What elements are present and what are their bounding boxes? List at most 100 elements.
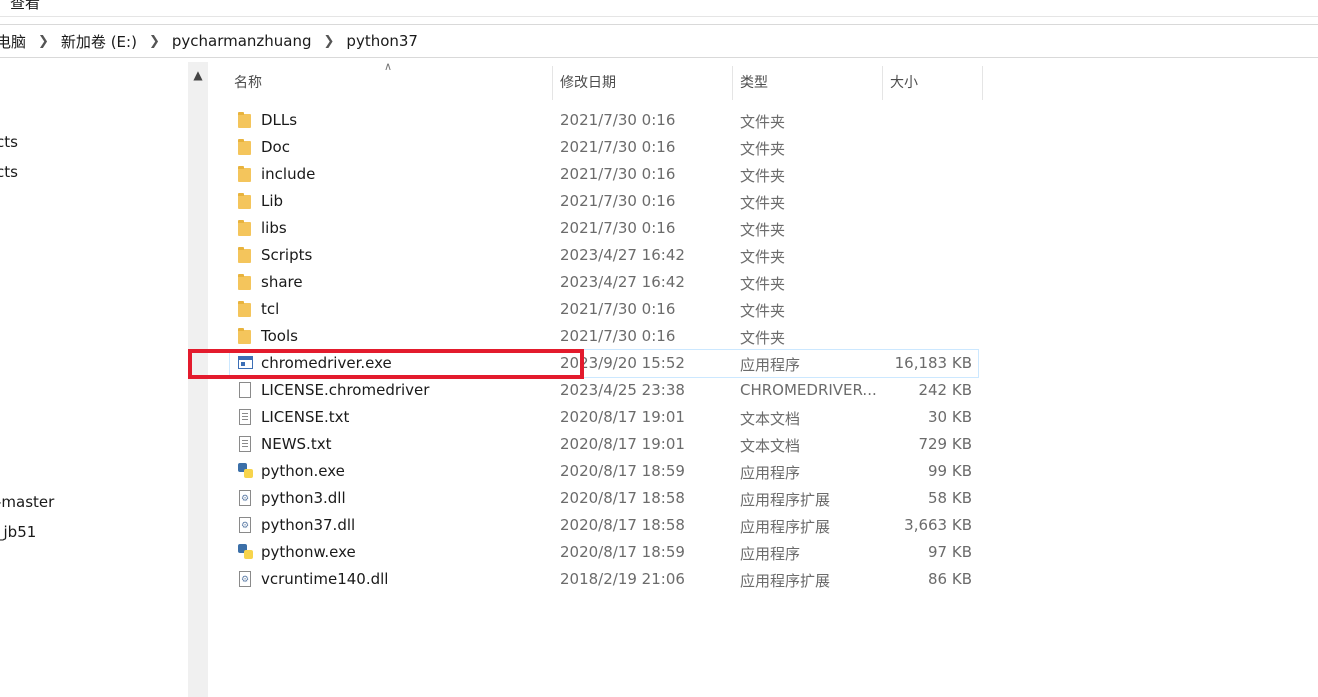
- file-date: 2023/4/25 23:38: [560, 381, 685, 399]
- scroll-up-arrow-icon[interactable]: ▲: [190, 68, 206, 82]
- file-date: 2020/8/17 19:01: [560, 408, 685, 426]
- file-type: 文件夹: [740, 113, 786, 131]
- file-name: python37.dll: [261, 516, 356, 534]
- file-row[interactable]: LICENSE.txt 2020/8/17 19:01 文本文档 30 KB: [230, 404, 978, 431]
- file-type: 文本文档: [740, 437, 801, 455]
- file-row[interactable]: pythonw.exe 2020/8/17 18:59 应用程序 97 KB: [230, 539, 978, 566]
- breadcrumb-label: 新加卷 (E:): [60, 32, 137, 51]
- text-file-icon: [238, 409, 254, 426]
- chevron-right-icon[interactable]: ❯: [38, 34, 49, 49]
- nav-item[interactable]: cts: [0, 163, 18, 181]
- file-name: Scripts: [261, 246, 313, 264]
- folder-icon: [238, 166, 254, 183]
- file-name: libs: [261, 219, 287, 237]
- file-date: 2023/4/27 16:42: [560, 273, 685, 291]
- file-row[interactable]: python37.dll 2020/8/17 18:58 应用程序扩展 3,663 K…: [230, 512, 978, 539]
- column-header-name[interactable]: 名称: [226, 62, 552, 100]
- file-row[interactable]: python.exe 2020/8/17 18:59 应用程序 99 KB: [230, 458, 978, 485]
- folder-icon: [238, 274, 254, 291]
- nav-item[interactable]: cts: [0, 133, 18, 151]
- column-header-size[interactable]: 大小: [882, 62, 982, 100]
- file-row[interactable]: python3.dll 2020/8/17 18:58 应用程序扩展 58 KB: [230, 485, 978, 512]
- file-date: 2020/8/17 18:58: [560, 516, 685, 534]
- file-row[interactable]: tcl 2021/7/30 0:16 文件夹: [230, 296, 978, 323]
- nav-item[interactable]: _jb51: [0, 523, 36, 541]
- file-type: 应用程序: [740, 545, 801, 563]
- file-name: Doc: [261, 138, 290, 156]
- column-divider[interactable]: [982, 66, 983, 100]
- chevron-right-icon[interactable]: ❯: [324, 34, 335, 49]
- nav-item[interactable]: -master: [0, 493, 54, 511]
- address-bar[interactable]: 电脑 ❯ 新加卷 (E:) ❯ pycharmanzhuang ❯ python…: [0, 24, 1318, 58]
- file-name: chromedriver.exe: [261, 354, 392, 372]
- dll-icon: [238, 571, 254, 588]
- file-date: 2021/7/30 0:16: [560, 138, 676, 156]
- file-row[interactable]: include 2021/7/30 0:16 文件夹: [230, 161, 978, 188]
- file-row[interactable]: DLLs 2021/7/30 0:16 文件夹: [230, 107, 978, 134]
- breadcrumb-this-pc[interactable]: 电脑 ❯: [0, 31, 61, 52]
- file-row[interactable]: share 2023/4/27 16:42 文件夹: [230, 269, 978, 296]
- file-date: 2021/7/30 0:16: [560, 327, 676, 345]
- file-row[interactable]: Doc 2021/7/30 0:16 文件夹: [230, 134, 978, 161]
- file-row[interactable]: Tools 2021/7/30 0:16 文件夹: [230, 323, 978, 350]
- file-date: 2021/7/30 0:16: [560, 300, 676, 318]
- file-type: 文件夹: [740, 275, 786, 293]
- column-header-type[interactable]: 类型: [732, 62, 882, 100]
- file-date: 2021/7/30 0:16: [560, 192, 676, 210]
- file-name: python3.dll: [261, 489, 346, 507]
- file-type: 应用程序扩展: [740, 518, 831, 536]
- file-name: pythonw.exe: [261, 543, 356, 561]
- dll-icon: [238, 517, 254, 534]
- file-name: vcruntime140.dll: [261, 570, 389, 588]
- file-name: DLLs: [261, 111, 298, 129]
- file-name: share: [261, 273, 303, 291]
- ribbon-tab-view[interactable]: 查看: [10, 0, 40, 13]
- folder-icon: [238, 220, 254, 237]
- file-name: LICENSE.txt: [261, 408, 350, 426]
- file-row[interactable]: LICENSE.chromedriver 2023/4/25 23:38 CHROM…: [230, 377, 978, 404]
- file-name: include: [261, 165, 316, 183]
- folder-icon: [238, 301, 254, 318]
- file-row[interactable]: libs 2021/7/30 0:16 文件夹: [230, 215, 978, 242]
- python-icon: [238, 544, 254, 561]
- breadcrumb-label: pycharmanzhuang: [171, 32, 312, 50]
- file-date: 2018/2/19 21:06: [560, 570, 685, 588]
- file-name: NEWS.txt: [261, 435, 332, 453]
- file-type: 文件夹: [740, 248, 786, 266]
- folder-icon: [238, 328, 254, 345]
- exe-icon: [238, 355, 254, 372]
- file-size: 242 KB: [918, 381, 972, 399]
- dll-icon: [238, 490, 254, 507]
- python-icon: [238, 463, 254, 480]
- breadcrumb-pycharmanzhuang[interactable]: pycharmanzhuang ❯: [172, 32, 347, 50]
- file-size: 86 KB: [928, 570, 972, 588]
- file-type: 应用程序扩展: [740, 572, 831, 590]
- ribbon-divider: [0, 16, 1318, 17]
- file-type: 文件夹: [740, 302, 786, 320]
- breadcrumb-python37[interactable]: python37: [346, 32, 418, 50]
- file-row[interactable]: Lib 2021/7/30 0:16 文件夹: [230, 188, 978, 215]
- file-date: 2021/7/30 0:16: [560, 165, 676, 183]
- column-header-date[interactable]: 修改日期: [552, 62, 732, 100]
- file-type: 文件夹: [740, 221, 786, 239]
- navigation-scrollbar[interactable]: [188, 62, 208, 697]
- file-name: Tools: [261, 327, 298, 345]
- file-date: 2023/9/20 15:52: [560, 354, 685, 372]
- folder-icon: [238, 139, 254, 156]
- folder-icon: [238, 112, 254, 129]
- file-type: 应用程序: [740, 356, 801, 374]
- file-date: 2021/7/30 0:16: [560, 111, 676, 129]
- file-row[interactable]: Scripts 2023/4/27 16:42 文件夹: [230, 242, 978, 269]
- file-name: tcl: [261, 300, 280, 318]
- file-row[interactable]: NEWS.txt 2020/8/17 19:01 文本文档 729 KB: [230, 431, 978, 458]
- file-size: 30 KB: [928, 408, 972, 426]
- file-name: LICENSE.chromedriver: [261, 381, 430, 399]
- chevron-right-icon[interactable]: ❯: [149, 34, 160, 49]
- breadcrumb-drive-e[interactable]: 新加卷 (E:) ❯: [61, 31, 172, 52]
- file-row[interactable]: chromedriver.exe 2023/9/20 15:52 应用程序 16,18…: [229, 349, 979, 378]
- file-row[interactable]: vcruntime140.dll 2018/2/19 21:06 应用程序扩展 86 …: [230, 566, 978, 593]
- navigation-pane[interactable]: cts cts -master _jb51: [0, 58, 188, 697]
- file-name: python.exe: [261, 462, 345, 480]
- file-date: 2021/7/30 0:16: [560, 219, 676, 237]
- folder-icon: [238, 193, 254, 210]
